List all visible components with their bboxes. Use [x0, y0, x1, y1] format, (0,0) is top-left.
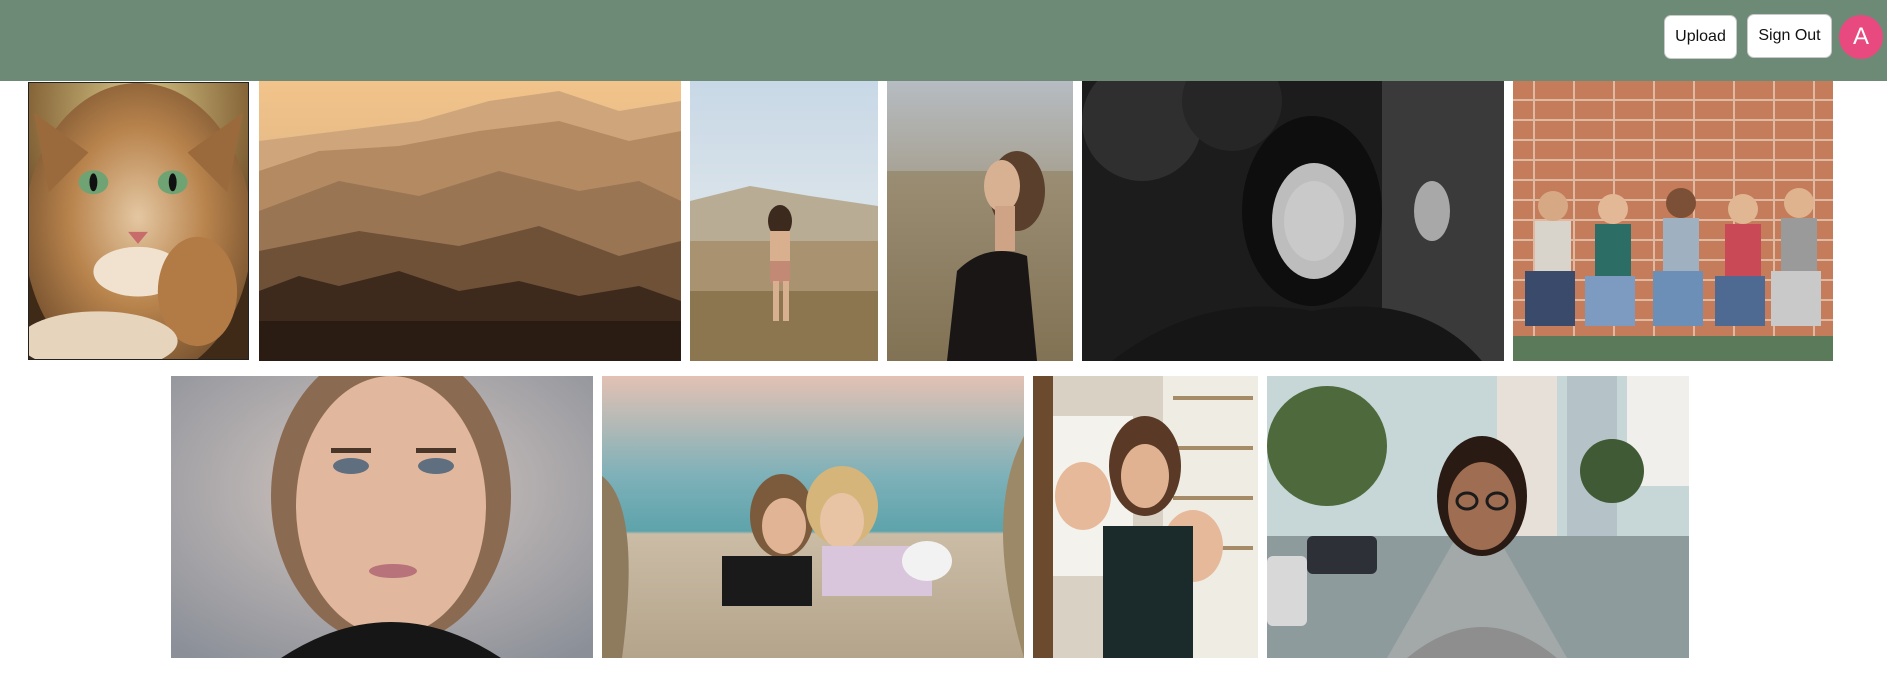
top-bar: Upload Sign Out A: [0, 0, 1887, 81]
photo-woman-field[interactable]: [690, 81, 878, 361]
photo-woman-glasses-street[interactable]: [1267, 376, 1689, 658]
avatar[interactable]: A: [1839, 15, 1883, 59]
photo-cat[interactable]: [28, 82, 249, 360]
photo-mountains[interactable]: [259, 81, 681, 361]
photo-closeup-face[interactable]: [171, 376, 593, 658]
photo-women-sand[interactable]: [602, 376, 1024, 658]
photo-group-friends[interactable]: [1513, 81, 1833, 361]
sign-out-button[interactable]: Sign Out: [1747, 14, 1832, 58]
upload-button[interactable]: Upload: [1664, 15, 1737, 59]
photo-bw-portrait[interactable]: [1082, 81, 1504, 361]
photo-woman-profile[interactable]: [887, 81, 1073, 361]
photo-painted-hands[interactable]: [1033, 376, 1258, 658]
